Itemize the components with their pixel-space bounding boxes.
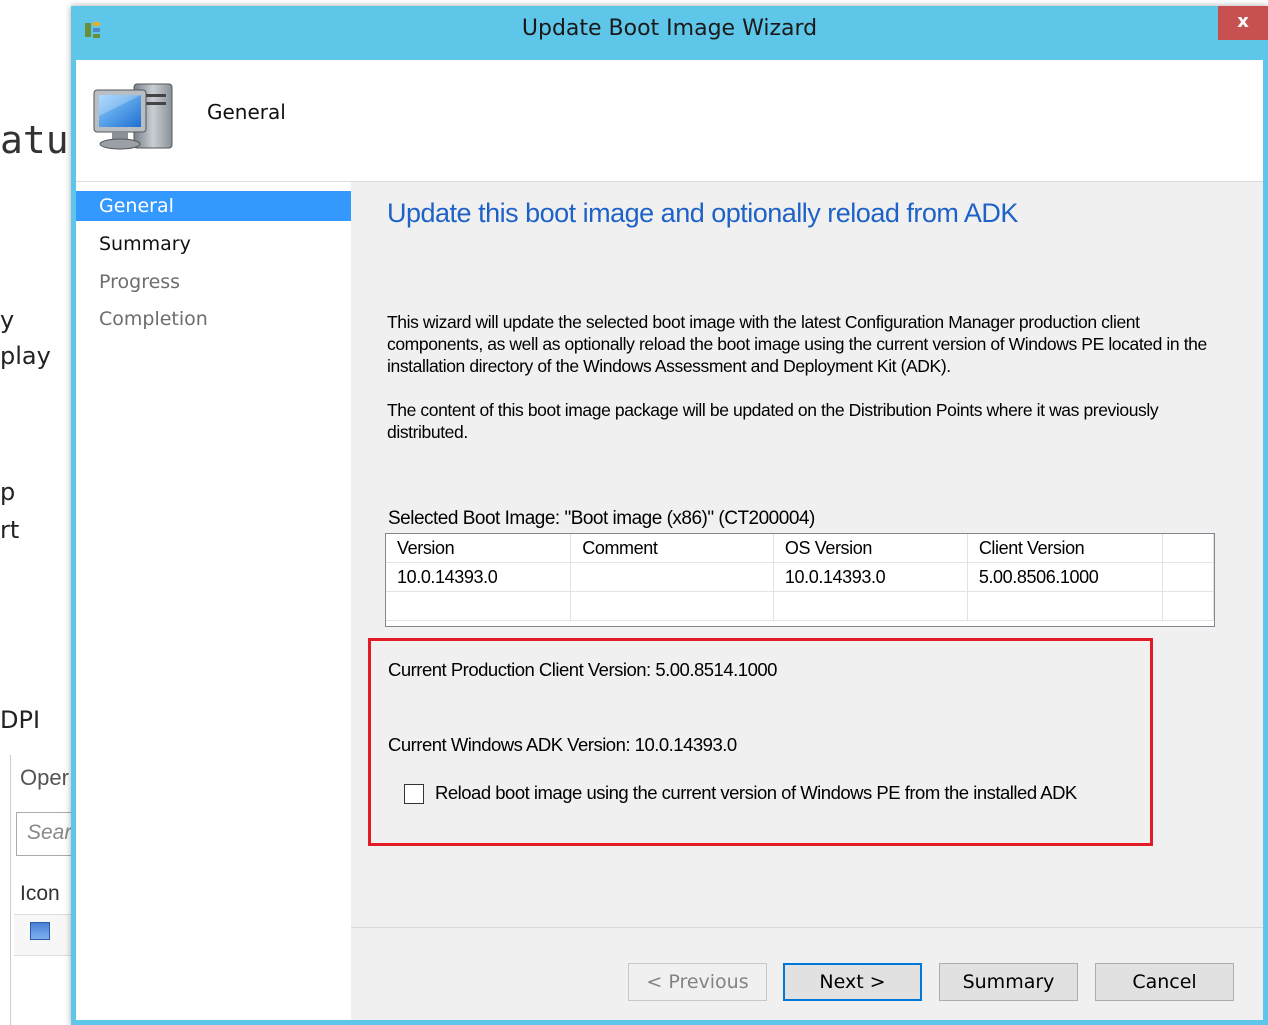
nav-item-progress: Progress bbox=[99, 271, 181, 293]
background-text-fragment: p bbox=[0, 478, 16, 506]
background-open-label: Oper bbox=[20, 765, 69, 790]
background-icon-column-header: Icon bbox=[20, 882, 60, 905]
close-icon: x bbox=[1237, 11, 1249, 32]
cell-os-version: 10.0.14393.0 bbox=[773, 562, 968, 592]
reload-checkbox[interactable] bbox=[404, 784, 424, 804]
background-text-fragment: DPI bbox=[0, 706, 41, 734]
column-header-client-version[interactable]: Client Version bbox=[967, 534, 1164, 563]
computer-icon bbox=[93, 83, 173, 150]
grid-header-row: Version Comment OS Version Client Versio… bbox=[386, 534, 1214, 563]
wizard-content: Update this boot image and optionally re… bbox=[351, 182, 1263, 1020]
window-title: Update Boot Image Wizard bbox=[521, 16, 818, 41]
footer-separator bbox=[351, 927, 1263, 928]
wizard-nav: General Summary Progress Completion bbox=[76, 182, 351, 1020]
column-header-version[interactable]: Version bbox=[386, 534, 572, 563]
background-search-input[interactable]: Sear bbox=[16, 812, 78, 856]
summary-button[interactable]: Summary bbox=[939, 963, 1078, 1001]
nav-item-completion: Completion bbox=[99, 308, 208, 330]
background-heading-fragment: atu bbox=[0, 118, 69, 162]
table-row[interactable]: 10.0.14393.0 10.0.14393.0 5.00.8506.1000 bbox=[386, 562, 1214, 592]
next-button[interactable]: Next > bbox=[783, 963, 922, 1001]
column-header-comment[interactable]: Comment bbox=[570, 534, 774, 563]
cancel-button[interactable]: Cancel bbox=[1095, 963, 1234, 1001]
page-heading: Update this boot image and optionally re… bbox=[387, 198, 1018, 228]
selected-boot-image-label: Selected Boot Image: "Boot image (x86)" … bbox=[388, 508, 815, 529]
title-bar[interactable]: Update Boot Image Wizard x bbox=[71, 6, 1268, 60]
background-text-fragment: play bbox=[0, 342, 51, 370]
cell-version: 10.0.14393.0 bbox=[386, 562, 572, 592]
previous-button[interactable]: < Previous bbox=[628, 963, 767, 1001]
description-paragraph: This wizard will update the selected boo… bbox=[387, 312, 1207, 376]
cell-client-version: 5.00.8506.1000 bbox=[967, 562, 1164, 592]
wizard-client-area: General General Summary Progress Complet… bbox=[76, 60, 1263, 1020]
nav-item-summary[interactable]: Summary bbox=[76, 229, 351, 259]
nav-item-general[interactable]: General bbox=[76, 191, 351, 221]
current-client-version: Current Production Client Version: 5.00.… bbox=[388, 659, 777, 680]
monitor-icon bbox=[30, 922, 50, 940]
header-title: General bbox=[207, 100, 286, 124]
background-text-fragment: y bbox=[0, 306, 15, 334]
distribution-paragraph: The content of this boot image package w… bbox=[387, 400, 1159, 442]
background-search-placeholder: Sear bbox=[27, 821, 72, 844]
reload-checkbox-label[interactable]: Reload boot image using the current vers… bbox=[435, 782, 1077, 804]
close-button[interactable]: x bbox=[1218, 6, 1268, 40]
cell-comment bbox=[570, 562, 774, 592]
wizard-window: Update Boot Image Wizard x General Gener… bbox=[71, 6, 1268, 1025]
background-text-fragment: rt bbox=[0, 516, 20, 544]
column-header-filler bbox=[1162, 534, 1214, 563]
wizard-header: General bbox=[76, 60, 1263, 182]
column-header-os-version[interactable]: OS Version bbox=[773, 534, 968, 563]
current-adk-version: Current Windows ADK Version: 10.0.14393.… bbox=[388, 734, 737, 755]
boot-image-grid[interactable]: Version Comment OS Version Client Versio… bbox=[385, 533, 1215, 627]
cell-filler bbox=[1162, 562, 1214, 592]
table-row-empty bbox=[386, 591, 1214, 621]
